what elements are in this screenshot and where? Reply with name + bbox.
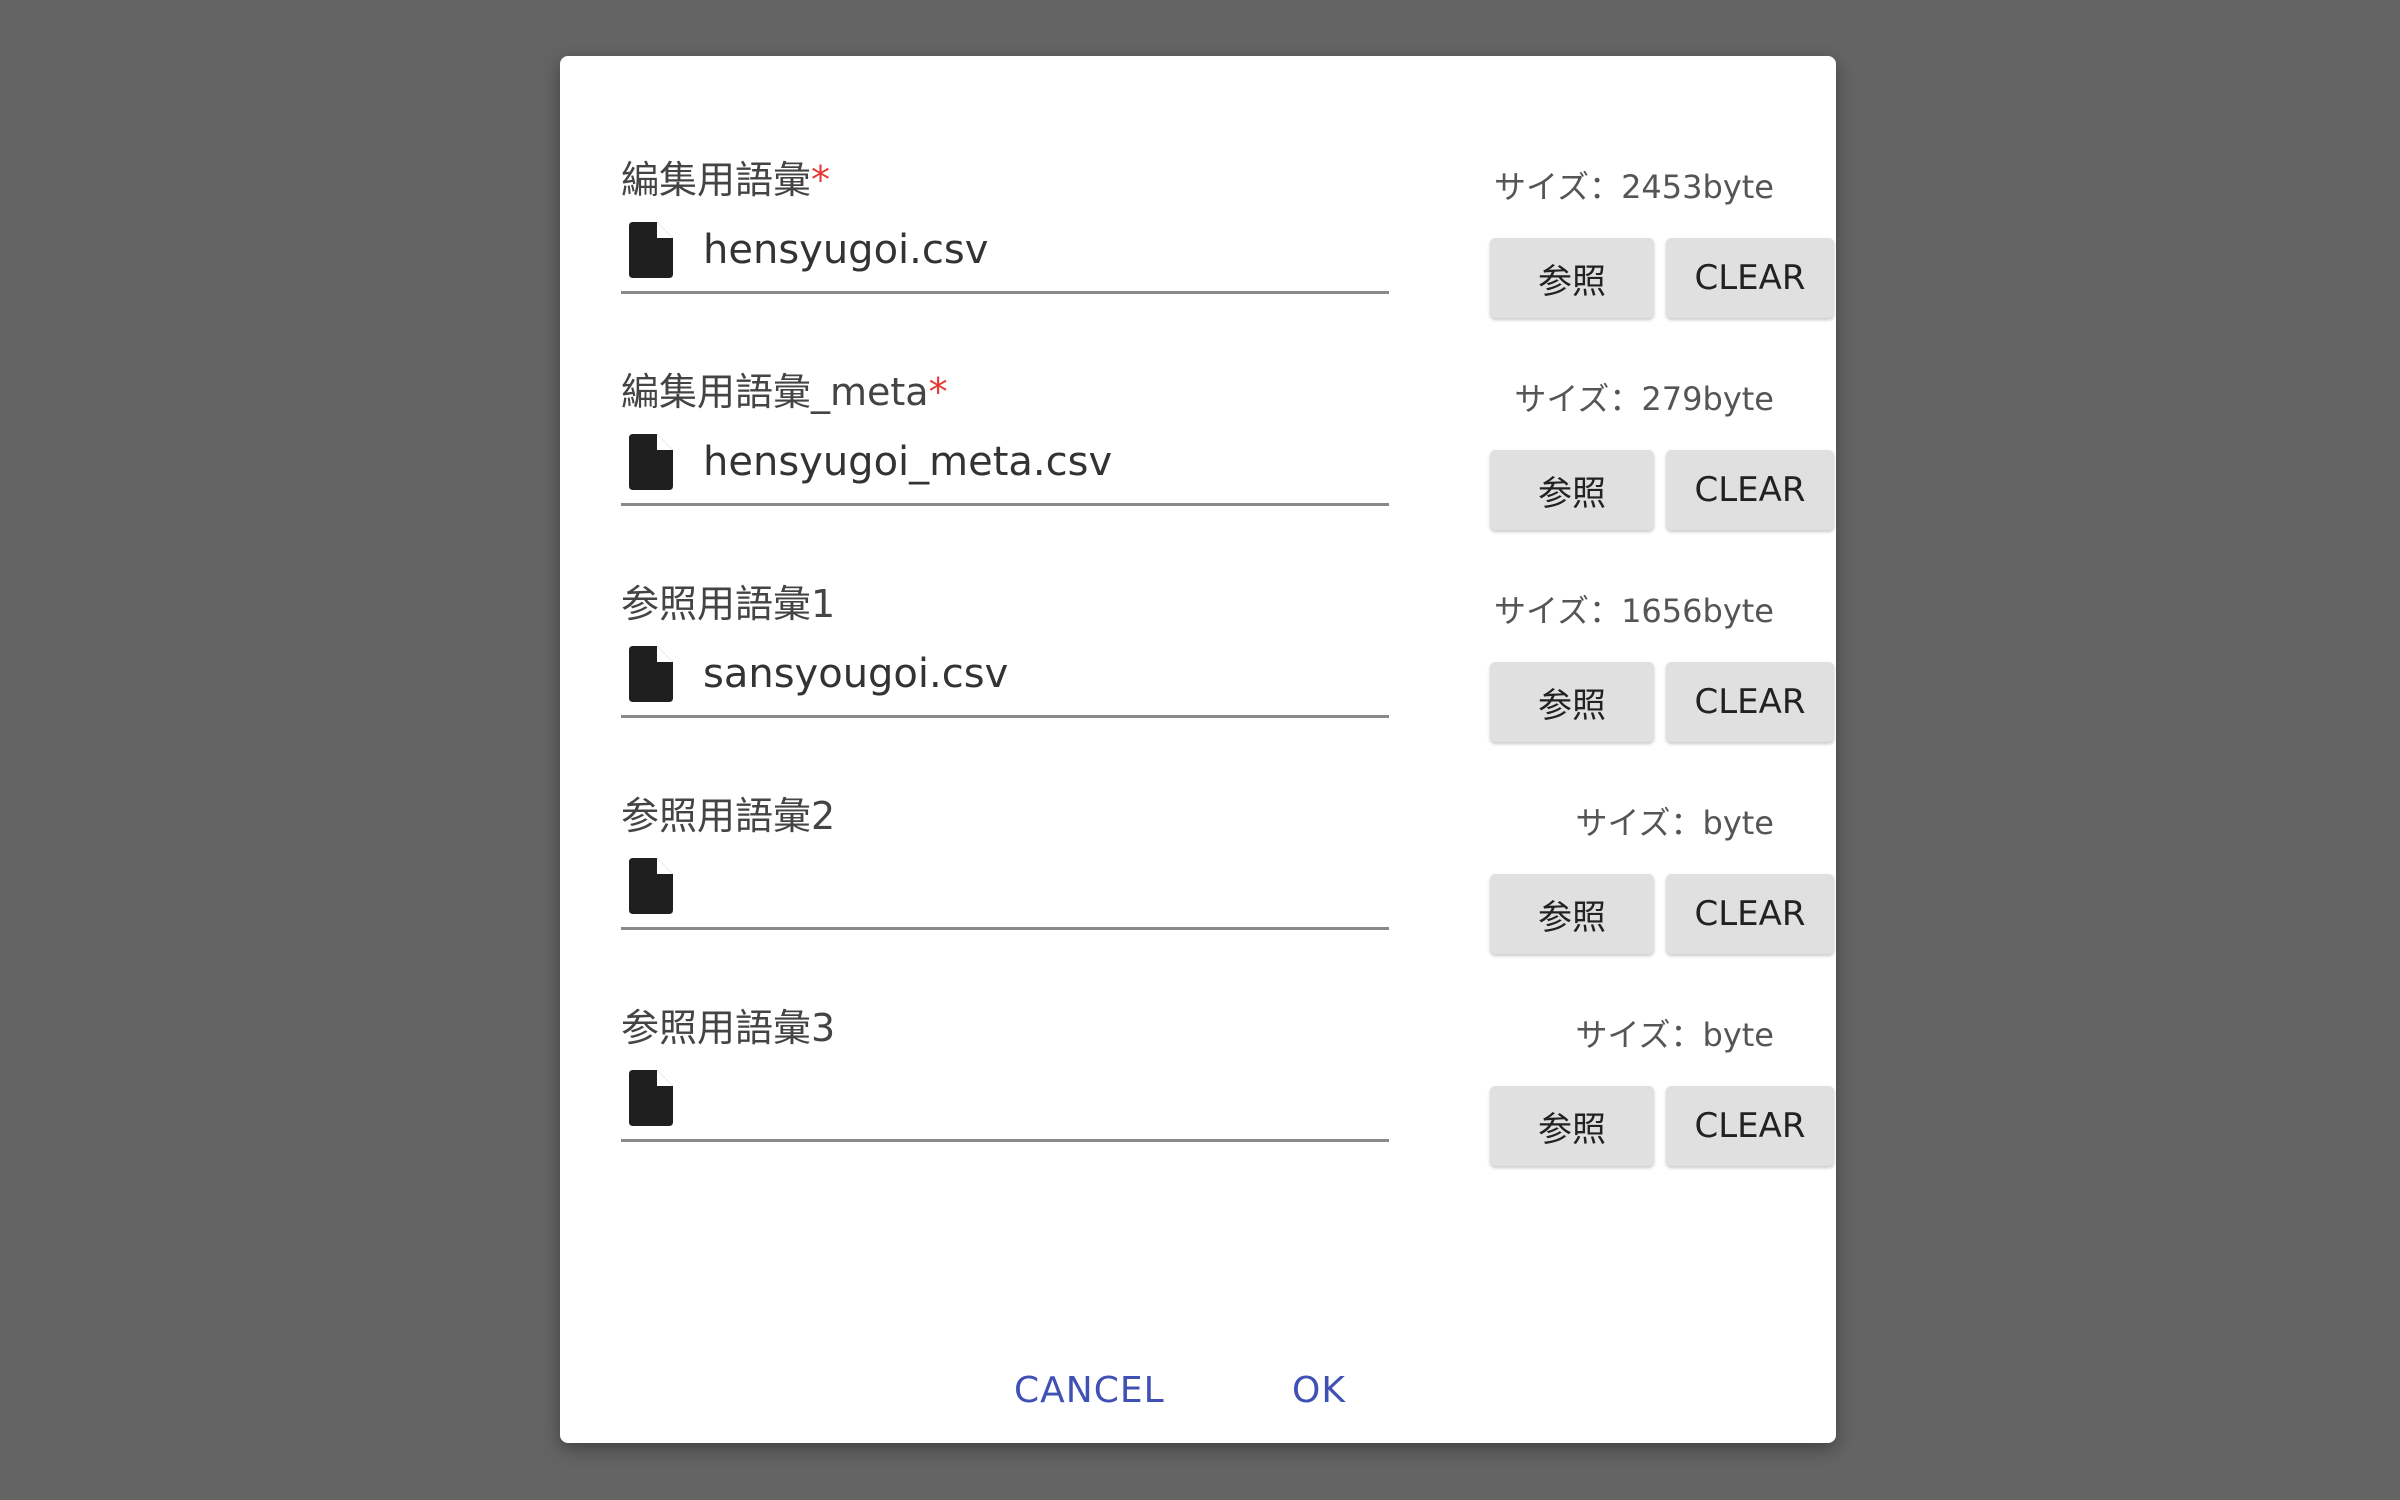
file-input[interactable]: [621, 1062, 1389, 1142]
file-input[interactable]: hensyugoi_meta.csv: [621, 426, 1389, 506]
file-icon: [629, 1070, 673, 1126]
browse-button[interactable]: 参照: [1490, 238, 1654, 318]
field-label: 参照用語彙2: [621, 794, 836, 838]
file-icon: [629, 434, 673, 490]
field-label: 編集用語彙_meta*: [621, 370, 948, 414]
file-input[interactable]: sansyougoi.csv: [621, 638, 1389, 718]
browse-button[interactable]: 参照: [1490, 1086, 1654, 1166]
file-input[interactable]: [621, 850, 1389, 930]
file-size: サイズ：1656byte: [1494, 592, 1774, 630]
field-edit-vocabulary-meta: 編集用語彙_meta* サイズ：279byte hensyugoi_meta.c…: [621, 366, 1836, 536]
required-mark: *: [811, 158, 831, 202]
browse-button[interactable]: 参照: [1490, 874, 1654, 954]
file-size: サイズ：byte: [1575, 804, 1774, 842]
dialog-actions: CANCEL OK: [560, 1366, 1836, 1416]
file-name: hensyugoi_meta.csv: [703, 439, 1113, 485]
file-size: サイズ：byte: [1575, 1016, 1774, 1054]
field-reference-vocabulary-3: 参照用語彙3 サイズ：byte 参照 CLEAR: [621, 1002, 1836, 1172]
field-label: 編集用語彙*: [621, 158, 831, 202]
file-name: hensyugoi.csv: [703, 227, 989, 273]
file-icon: [629, 222, 673, 278]
file-name: sansyougoi.csv: [703, 651, 1009, 697]
file-icon: [629, 858, 673, 914]
file-upload-dialog: 編集用語彙* サイズ：2453byte hensyugoi.csv 参照 CLE…: [560, 56, 1836, 1443]
file-icon: [629, 646, 673, 702]
field-label: 参照用語彙3: [621, 1006, 836, 1050]
clear-button[interactable]: CLEAR: [1666, 1086, 1834, 1166]
clear-button[interactable]: CLEAR: [1666, 238, 1834, 318]
browse-button[interactable]: 参照: [1490, 450, 1654, 530]
field-reference-vocabulary-1: 参照用語彙1 サイズ：1656byte sansyougoi.csv 参照 CL…: [621, 578, 1836, 748]
file-size: サイズ：279byte: [1514, 380, 1774, 418]
field-edit-vocabulary: 編集用語彙* サイズ：2453byte hensyugoi.csv 参照 CLE…: [621, 154, 1836, 324]
field-reference-vocabulary-2: 参照用語彙2 サイズ：byte 参照 CLEAR: [621, 790, 1836, 960]
clear-button[interactable]: CLEAR: [1666, 874, 1834, 954]
file-input[interactable]: hensyugoi.csv: [621, 214, 1389, 294]
clear-button[interactable]: CLEAR: [1666, 662, 1834, 742]
field-label: 参照用語彙1: [621, 582, 836, 626]
clear-button[interactable]: CLEAR: [1666, 450, 1834, 530]
browse-button[interactable]: 参照: [1490, 662, 1654, 742]
required-mark: *: [928, 370, 948, 414]
ok-button[interactable]: OK: [1292, 1366, 1346, 1416]
file-size: サイズ：2453byte: [1494, 168, 1774, 206]
cancel-button[interactable]: CANCEL: [1014, 1366, 1165, 1416]
